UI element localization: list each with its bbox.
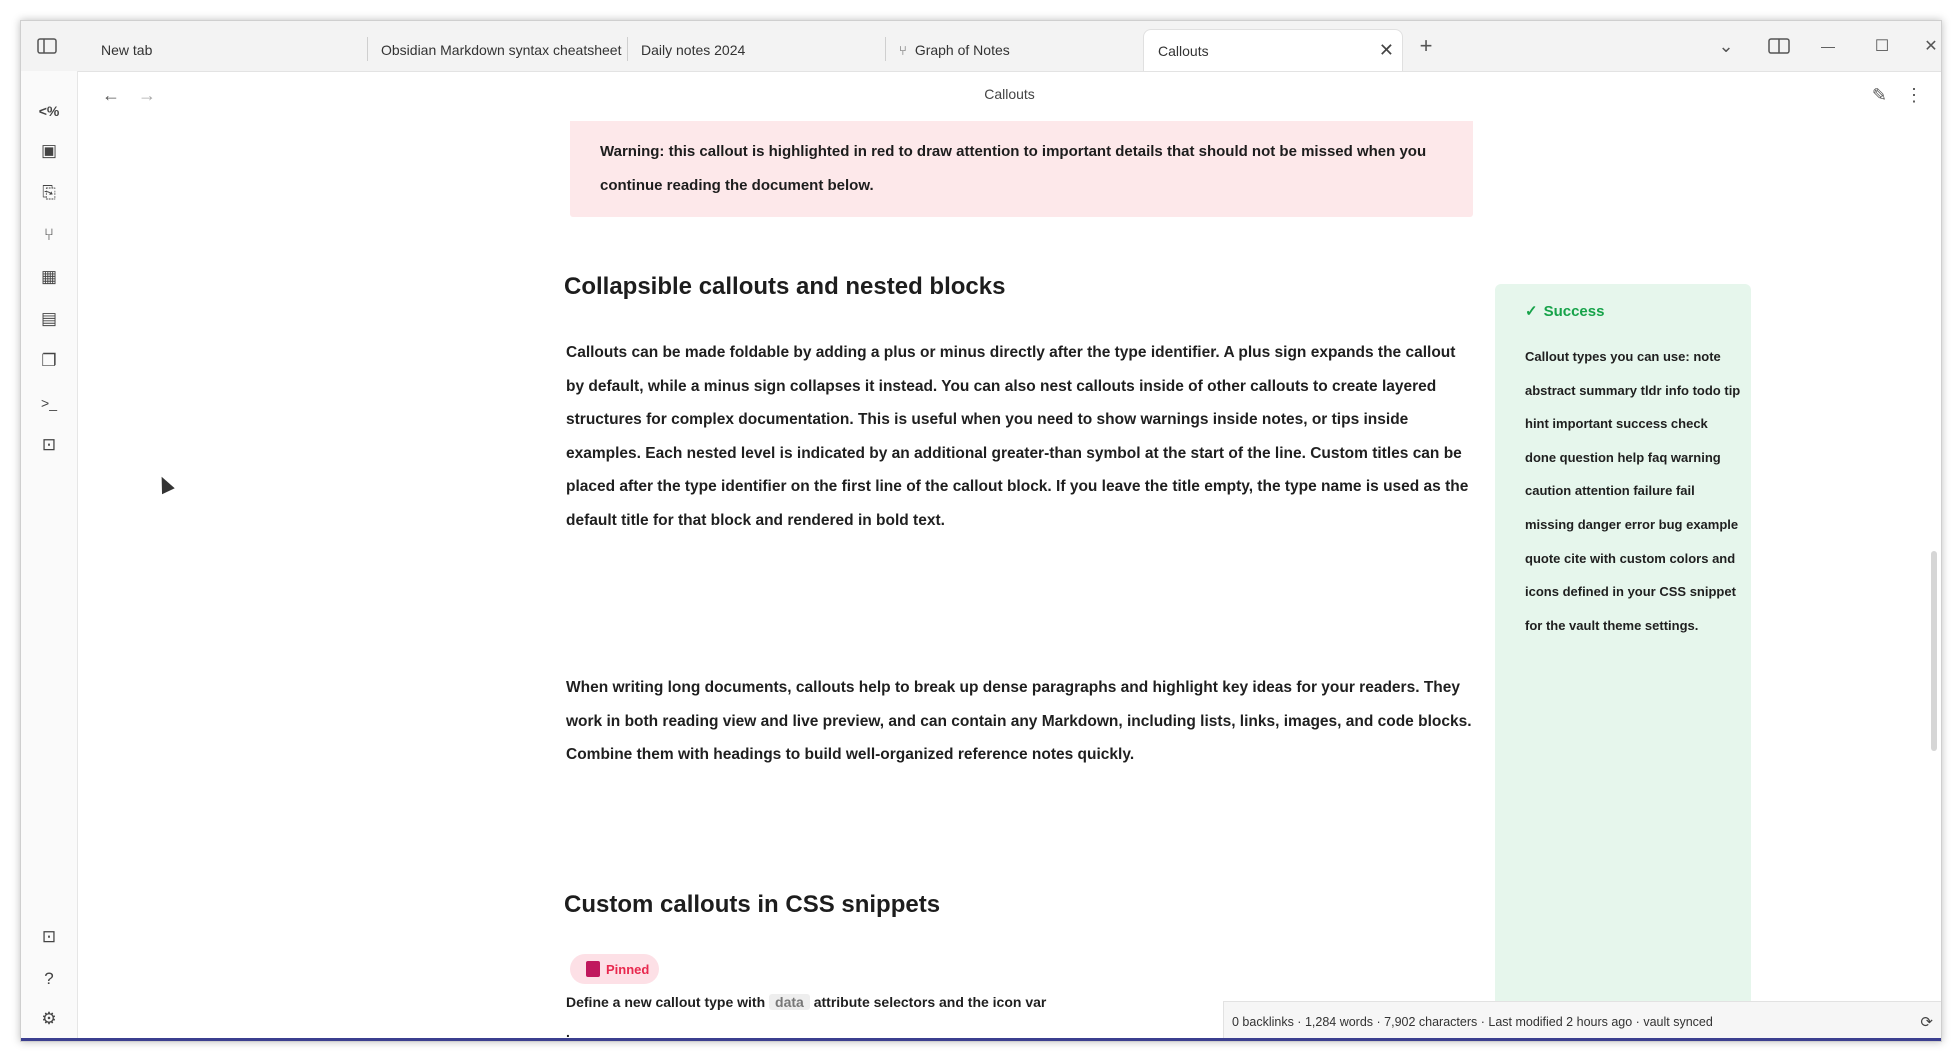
split-view-icon[interactable] bbox=[1765, 33, 1793, 59]
tab-label: Obsidian Markdown syntax cheatsheet bbox=[381, 42, 622, 58]
tab-label: Callouts bbox=[1158, 42, 1209, 59]
graph-view-icon[interactable]: ⑂ bbox=[35, 221, 63, 249]
pin-icon bbox=[586, 961, 600, 977]
vault-switcher-icon[interactable]: ⊡ bbox=[35, 923, 63, 951]
cards-icon[interactable]: ▣ bbox=[35, 137, 63, 165]
graph-icon: ⑂ bbox=[899, 42, 907, 58]
tab-2[interactable]: Daily notes 2024 bbox=[627, 29, 885, 71]
section-heading: Collapsible callouts and nested blocks bbox=[564, 273, 1006, 300]
random-note-icon[interactable]: ⊡ bbox=[35, 431, 63, 459]
inline-code: data bbox=[769, 994, 810, 1010]
callout-warning: Warning: this callout is highlighted in … bbox=[570, 121, 1473, 217]
text-run: attribute selectors and the icon var bbox=[813, 994, 1047, 1010]
close-window-icon[interactable]: ✕ bbox=[1921, 33, 1941, 59]
templater-icon[interactable]: <% bbox=[35, 97, 63, 125]
window-bottom-border bbox=[21, 1038, 1941, 1041]
settings-gear-icon[interactable]: ⚙ bbox=[35, 1005, 63, 1033]
tab-bar: New tab Obsidian Markdown syntax cheatsh… bbox=[21, 21, 1941, 72]
callout-success-title: ✓ Success bbox=[1525, 302, 1604, 320]
pinned-tag-label: Pinned bbox=[606, 961, 650, 977]
scrollbar[interactable] bbox=[1931, 551, 1937, 751]
help-icon[interactable]: ? bbox=[35, 965, 63, 993]
checkmark-icon: ✓ bbox=[1525, 303, 1538, 320]
paragraph: When writing long documents, callouts he… bbox=[566, 679, 1472, 764]
minimize-icon[interactable]: — bbox=[1815, 33, 1841, 59]
file-search-icon[interactable]: ⎘ bbox=[35, 179, 63, 207]
callout-warning-text: Warning: this callout is highlighted in … bbox=[600, 143, 1427, 194]
callout-success-body: Callout types you can use: note abstract… bbox=[1525, 349, 1741, 633]
status-text: 0 backlinks · 1,284 words · 7,902 charac… bbox=[1232, 1014, 1713, 1029]
canvas-icon[interactable]: ▦ bbox=[35, 263, 63, 291]
status-bar: 0 backlinks · 1,284 words · 7,902 charac… bbox=[1223, 1001, 1941, 1041]
tab-label: Daily notes 2024 bbox=[641, 42, 746, 58]
note-content: Warning: this callout is highlighted in … bbox=[78, 121, 1941, 1041]
sync-icon[interactable]: ⟳ bbox=[1920, 1013, 1933, 1031]
text-run: Define a new callout type with bbox=[566, 994, 766, 1010]
maximize-icon[interactable]: ☐ bbox=[1869, 33, 1895, 59]
tab-label: New tab bbox=[101, 42, 153, 58]
app-window: New tab Obsidian Markdown syntax cheatsh… bbox=[20, 20, 1942, 1042]
view-header: ← → Callouts ✎ ⋮ bbox=[78, 71, 1941, 121]
note-title[interactable]: Callouts bbox=[78, 86, 1941, 102]
tab-1[interactable]: Obsidian Markdown syntax cheatsheet bbox=[367, 29, 627, 71]
terminal-icon[interactable]: >_ bbox=[35, 389, 63, 417]
calendar-icon[interactable]: ▤ bbox=[35, 305, 63, 333]
pinned-tag[interactable]: Pinned bbox=[570, 954, 660, 984]
tab-list-chevron-icon[interactable]: ⌄ bbox=[1713, 33, 1739, 59]
more-options-icon[interactable]: ⋮ bbox=[1905, 85, 1923, 106]
edit-pencil-icon[interactable]: ✎ bbox=[1872, 85, 1887, 106]
close-tab-icon[interactable]: ✕ bbox=[1379, 40, 1394, 61]
tab-3[interactable]: ⑂ Graph of Notes bbox=[885, 29, 1143, 71]
tab-label: Graph of Notes bbox=[914, 42, 1010, 58]
tab-0[interactable]: New tab bbox=[87, 29, 367, 71]
left-ribbon: <% ▣ ⎘ ⑂ ▦ ▤ ❐ >_ ⊡ ⊡ ? ⚙ bbox=[21, 71, 78, 1041]
sidebar-toggle-icon[interactable] bbox=[33, 33, 61, 59]
copy-files-icon[interactable]: ❐ bbox=[35, 347, 63, 375]
paragraph: Callouts can be made foldable by adding … bbox=[566, 344, 1469, 529]
tab-4-active[interactable]: Callouts ✕ bbox=[1143, 29, 1403, 71]
new-tab-icon[interactable]: + bbox=[1413, 33, 1439, 59]
callout-success: ✓ Success Callout types you can use: note… bbox=[1495, 284, 1751, 1041]
callout-success-label: Success bbox=[1543, 303, 1605, 320]
section-heading: Custom callouts in CSS snippets bbox=[564, 891, 941, 918]
